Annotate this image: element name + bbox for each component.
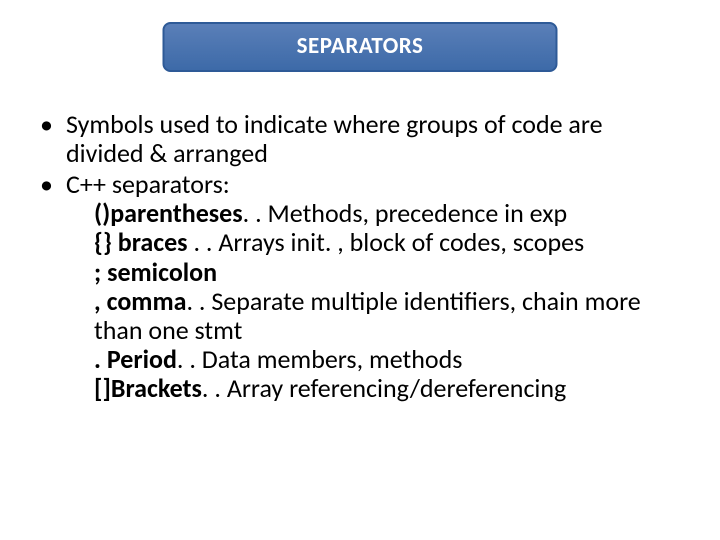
separator-name: comma [101,285,187,317]
separator-name: parentheses [110,197,242,229]
separator-list: ()parentheses. . Methods, precedence in … [66,199,680,403]
separator-desc: Arrays init. , block of codes, scopes [218,226,584,258]
bullet-item: Symbols used to indicate where groups of… [38,110,680,168]
slide: SEPARATORS Symbols used to indicate wher… [0,0,720,540]
separator-name: braces [112,226,188,258]
separator-line: ; semicolon [94,258,680,287]
separator-desc: Array referencing/dereferencing [227,372,567,404]
separator-symbol: {} [94,226,112,258]
separator-symbol: () [94,197,110,229]
separator-symbol: . [94,343,101,375]
separator-desc: Data members, methods [202,343,463,375]
bullet-text: Symbols used to indicate where groups of… [66,108,603,169]
separator-name: semicolon [101,256,217,288]
separator-name: Brackets [111,372,202,404]
separator-sep: . . [202,372,227,404]
content-area: Symbols used to indicate where groups of… [38,110,680,405]
bullet-list: Symbols used to indicate where groups of… [38,110,680,403]
separator-desc: Methods, precedence in exp [268,197,568,229]
separator-line: ()parentheses. . Methods, precedence in … [94,199,680,228]
separator-line: []Brackets. . Array referencing/derefere… [94,374,680,403]
separator-symbol: [] [94,372,111,404]
separator-symbol: , [94,285,101,317]
separator-sep: . . [188,226,219,258]
title-box: SEPARATORS [163,22,558,72]
separator-line: , comma. . Separate multiple identifiers… [94,287,680,345]
separator-name: Period [101,343,177,375]
bullet-item: C++ separators: ()parentheses. . Methods… [38,170,680,403]
separator-sep: . . [243,197,262,229]
separator-line: . Period. . Data members, methods [94,345,680,374]
separator-line: {} braces . . Arrays init. , block of co… [94,228,680,257]
separator-sep: . . [186,285,211,317]
slide-title: SEPARATORS [297,32,424,60]
bullet-text: C++ separators: [66,168,230,200]
separator-sep: . . [177,343,202,375]
